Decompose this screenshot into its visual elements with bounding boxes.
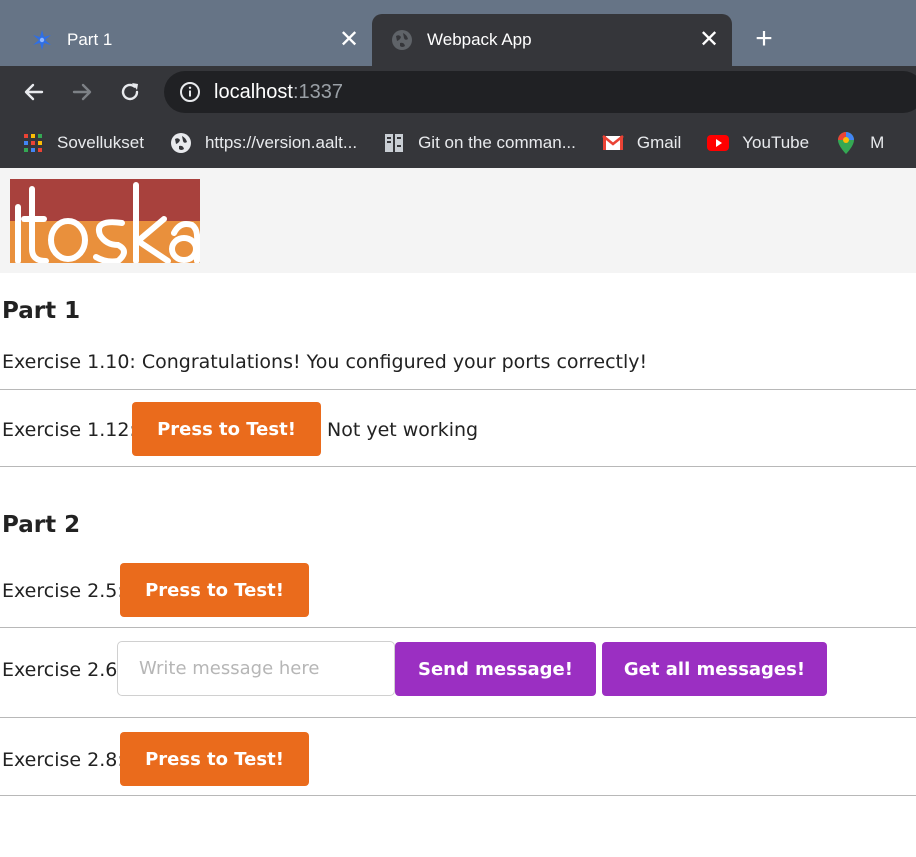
info-icon[interactable] <box>178 80 202 104</box>
part1-heading: Part 1 <box>2 298 81 324</box>
bookmark-label: M <box>870 133 885 152</box>
exercise-2-5-test-button[interactable]: Press to Test! <box>120 563 309 617</box>
exercise-1-12-status: Not yet working <box>327 419 479 441</box>
reload-icon[interactable] <box>115 77 145 107</box>
bookmark-gmail[interactable]: Gmail <box>602 132 681 154</box>
bookmark-label: Git on the comman... <box>418 133 576 152</box>
divider <box>0 795 916 796</box>
exercise-1-10-text: Exercise 1.10: Congratulations! You conf… <box>2 351 648 373</box>
tab-title: Webpack App <box>427 30 532 49</box>
maps-pin-icon <box>835 132 857 154</box>
exercise-1-12-test-button[interactable]: Press to Test! <box>132 402 321 456</box>
divider <box>0 389 916 390</box>
itoska-logo <box>10 179 201 267</box>
git-book-icon <box>383 132 405 154</box>
bookmark-git[interactable]: Git on the comman... <box>383 132 576 154</box>
tab-webpack-app[interactable]: Webpack App ✕ <box>372 14 732 66</box>
exercise-2-5-label: Exercise 2.5: <box>2 580 124 602</box>
blue-star-icon <box>30 28 54 52</box>
page-header <box>0 168 916 273</box>
new-tab-button[interactable]: + <box>749 24 779 55</box>
globe-icon <box>390 28 414 52</box>
url-host: localhost <box>214 80 293 103</box>
exercise-2-8-test-button[interactable]: Press to Test! <box>120 732 309 786</box>
part2-heading: Part 2 <box>2 512 81 538</box>
tab-part-1[interactable]: Part 1 ✕ <box>0 14 372 66</box>
bookmark-sovellukset[interactable]: Sovellukset <box>22 132 144 154</box>
divider <box>0 466 916 467</box>
apps-grid-icon <box>22 132 44 154</box>
bookmark-version-aalto[interactable]: https://version.aalt... <box>170 132 357 154</box>
send-message-button[interactable]: Send message! <box>395 642 596 696</box>
bookmark-maps[interactable]: M <box>835 132 884 154</box>
forward-arrow-icon[interactable] <box>67 77 97 107</box>
browser-toolbar: localhost:1337 <box>0 66 916 118</box>
close-tab-icon[interactable]: ✕ <box>696 27 722 53</box>
divider <box>0 627 916 628</box>
bookmark-label: Gmail <box>636 133 682 152</box>
youtube-icon <box>707 132 730 154</box>
get-all-messages-button[interactable]: Get all messages! <box>602 642 827 696</box>
exercise-2-6-label: Exercise 2.6: <box>2 659 124 681</box>
tab-strip: Part 1 ✕ Webpack App ✕ + <box>0 0 916 66</box>
bookmark-label: YouTube <box>742 133 810 152</box>
bookmark-label: https://version.aalt... <box>204 133 358 152</box>
gmail-icon <box>602 132 624 154</box>
divider <box>0 717 916 718</box>
back-arrow-icon[interactable] <box>19 77 49 107</box>
exercise-1-12-label: Exercise 1.12: <box>2 419 136 441</box>
tab-title: Part 1 <box>67 30 113 49</box>
close-tab-icon[interactable]: ✕ <box>336 27 362 53</box>
message-input[interactable] <box>117 641 395 696</box>
page-content: Part 1 Exercise 1.10: Congratulations! Y… <box>0 168 916 857</box>
url-port: :1337 <box>292 80 343 103</box>
bookmarks-bar: Sovellukset https://version.aalt... Git … <box>0 118 916 168</box>
exercise-2-8-label: Exercise 2.8: <box>2 749 124 771</box>
bookmark-youtube[interactable]: YouTube <box>707 132 809 154</box>
globe-icon <box>170 132 192 154</box>
address-bar[interactable]: localhost:1337 <box>164 71 916 113</box>
bookmark-label: Sovellukset <box>57 133 144 152</box>
